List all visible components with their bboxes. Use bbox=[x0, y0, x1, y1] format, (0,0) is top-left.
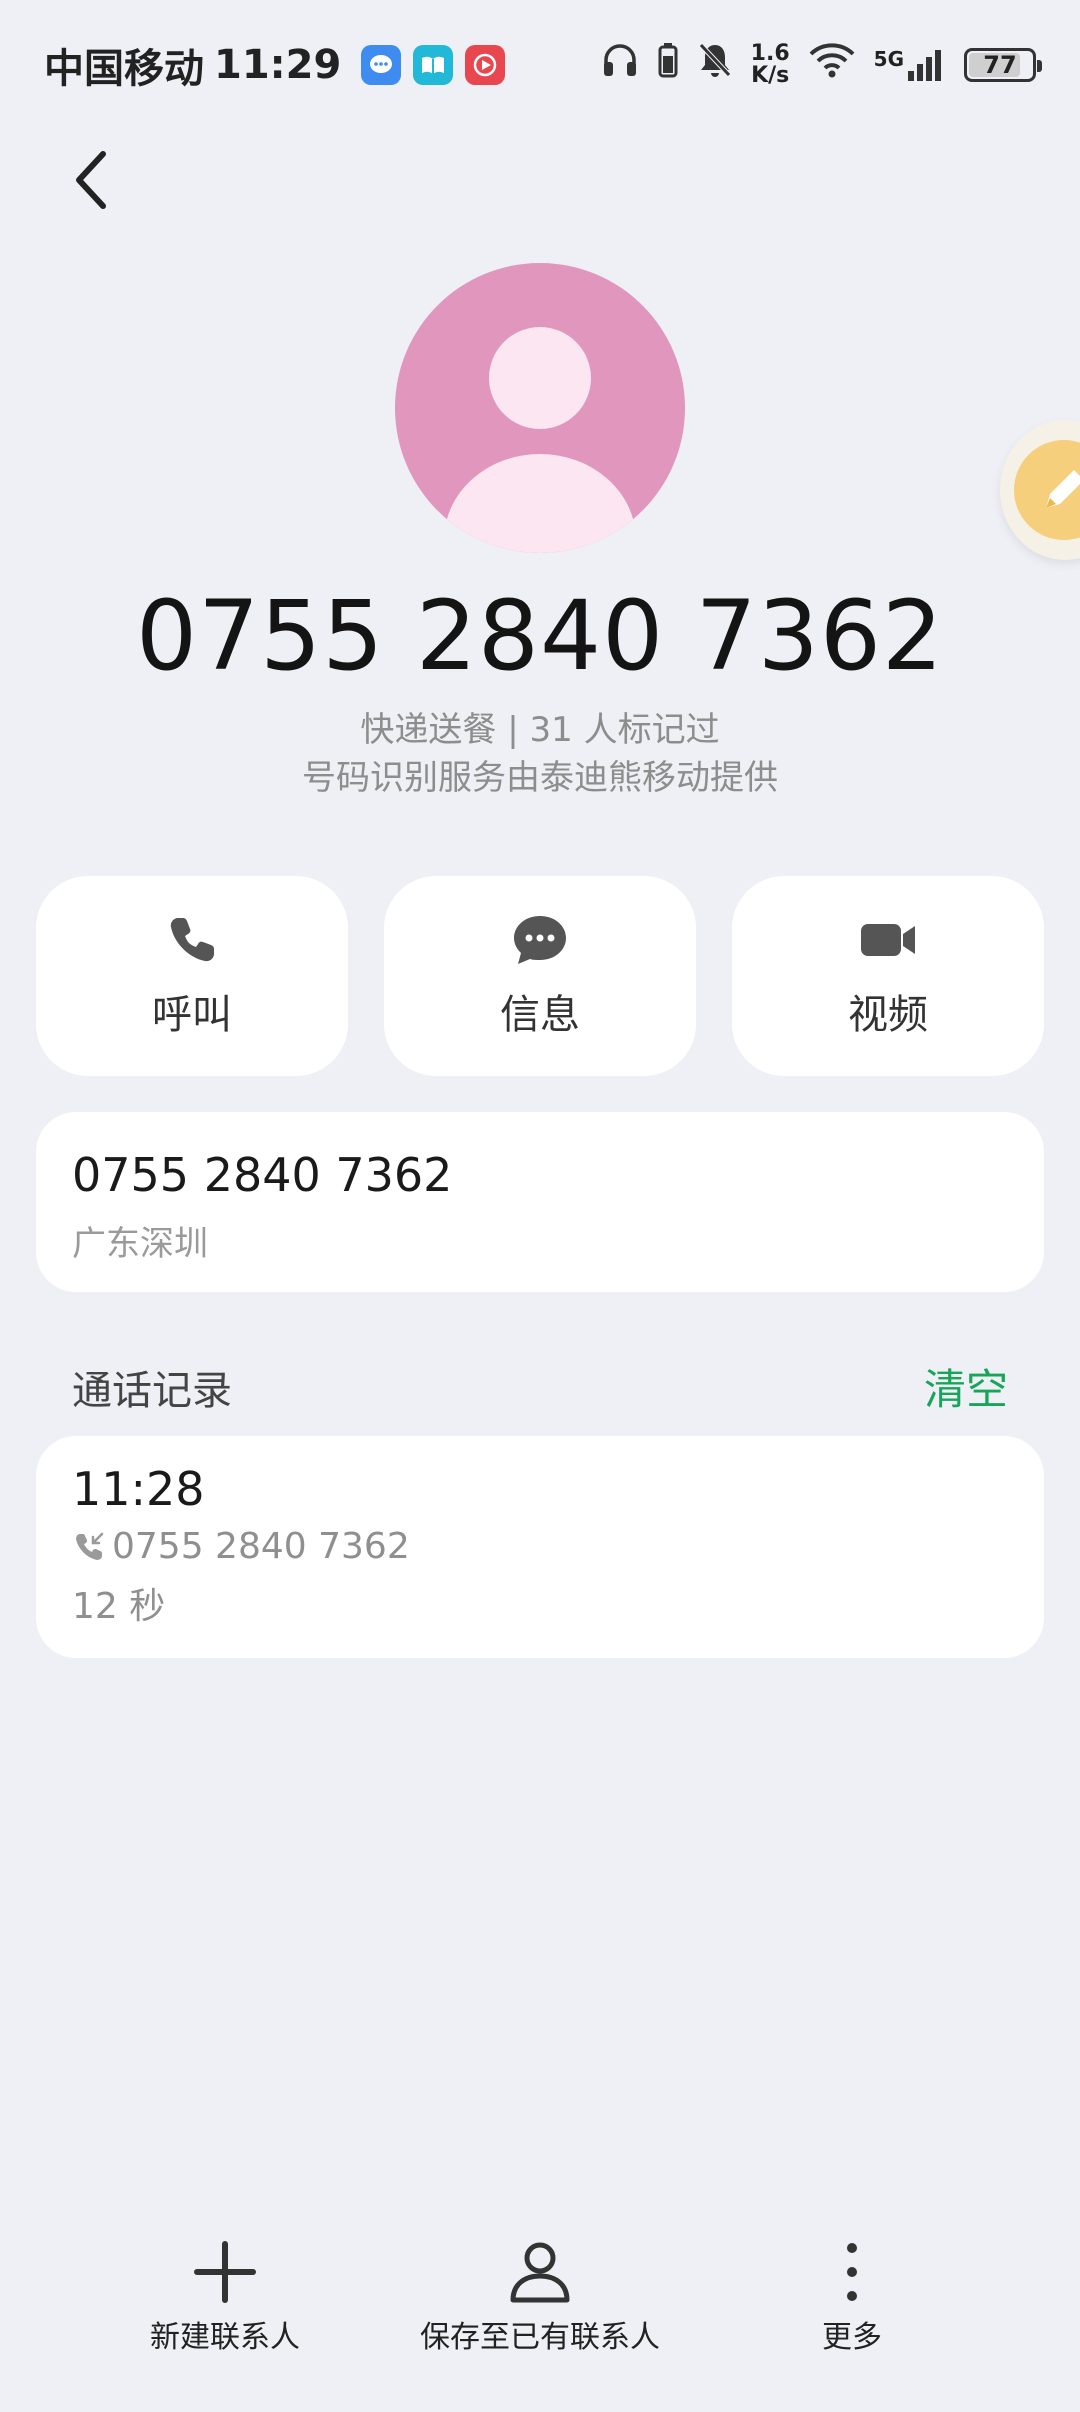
status-left: 中国移动 11:29 bbox=[44, 36, 506, 94]
status-bar: 中国移动 11:29 1.6 K/s 5G 77 bbox=[0, 0, 1080, 130]
number-tag-line: 快递送餐 | 31 人标记过 bbox=[360, 710, 720, 750]
number-card[interactable]: 0755 2840 7362 广东深圳 bbox=[36, 1112, 1044, 1292]
bottom-action-bar: 新建联系人 保存至已有联系人 更多 bbox=[0, 2240, 1080, 2380]
message-button[interactable]: 信息 bbox=[384, 876, 696, 1076]
call-number-row: 0755 2840 7362 bbox=[72, 1526, 1008, 1567]
person-placeholder-icon bbox=[444, 327, 636, 553]
phone-number-title: 0755 2840 7362 bbox=[136, 580, 944, 692]
chevron-left-icon bbox=[76, 151, 106, 209]
phone-icon bbox=[170, 918, 214, 962]
signal-icon: 5G bbox=[874, 47, 946, 83]
notification-apps bbox=[361, 45, 506, 85]
more-label: 更多 bbox=[822, 2320, 882, 2355]
person-icon bbox=[510, 2242, 570, 2303]
battery-level: 77 bbox=[983, 51, 1017, 79]
net-speed: 1.6 K/s bbox=[751, 43, 790, 87]
message-label: 信息 bbox=[500, 992, 580, 1038]
save-to-existing-contact-label: 保存至已有联系人 bbox=[420, 2320, 660, 2355]
battery-small-icon bbox=[657, 42, 679, 88]
carrier-label: 中国移动 bbox=[44, 46, 204, 92]
net-speed-value: 1.6 bbox=[750, 41, 790, 66]
plus-icon bbox=[194, 2241, 256, 2303]
number-card-location: 广东深圳 bbox=[72, 1224, 208, 1264]
reader-app-icon bbox=[413, 45, 454, 85]
more-button[interactable]: 更多 bbox=[820, 2240, 884, 2356]
clear-call-log-button[interactable]: 清空 bbox=[924, 1356, 1008, 1417]
bell-off-icon bbox=[697, 41, 733, 89]
call-log-entry[interactable]: 11:28 0755 2840 7362 12 秒 bbox=[36, 1436, 1044, 1658]
status-right: 1.6 K/s 5G 77 bbox=[601, 41, 1042, 89]
net-speed-unit: K/s bbox=[751, 63, 790, 88]
clock: 11:29 bbox=[214, 42, 342, 88]
call-button[interactable]: 呼叫 bbox=[36, 876, 348, 1076]
call-time: 11:28 bbox=[72, 1462, 205, 1516]
action-buttons: 呼叫 信息 视频 bbox=[36, 876, 1044, 1076]
edit-floating-button[interactable] bbox=[1000, 420, 1080, 560]
video-label: 视频 bbox=[848, 992, 928, 1038]
battery-indicator: 77 bbox=[964, 48, 1042, 82]
call-log-title: 通话记录 bbox=[72, 1367, 232, 1414]
call-label: 呼叫 bbox=[152, 992, 232, 1038]
video-call-button[interactable]: 视频 bbox=[732, 876, 1044, 1076]
contact-detail-screen: 中国移动 11:29 1.6 K/s 5G 77 0755 2840 7362 … bbox=[0, 0, 1080, 2412]
incoming-call-icon bbox=[76, 1532, 104, 1560]
message-icon bbox=[514, 916, 566, 964]
call-number: 0755 2840 7362 bbox=[112, 1526, 410, 1567]
new-contact-label: 新建联系人 bbox=[150, 2320, 300, 2355]
video-icon bbox=[861, 924, 915, 956]
new-contact-button[interactable]: 新建联系人 bbox=[150, 2240, 300, 2356]
call-duration: 12 秒 bbox=[72, 1586, 166, 1627]
video-app-icon bbox=[465, 45, 506, 85]
more-vertical-icon bbox=[847, 2243, 857, 2301]
back-button[interactable] bbox=[56, 140, 126, 220]
call-log-header: 通话记录 清空 bbox=[72, 1356, 1008, 1417]
identification-service-line: 号码识别服务由泰迪熊移动提供 bbox=[302, 758, 778, 798]
number-card-number: 0755 2840 7362 bbox=[72, 1148, 453, 1202]
wifi-icon bbox=[808, 42, 856, 88]
message-app-icon bbox=[361, 45, 402, 85]
pencil-icon bbox=[1014, 440, 1080, 540]
save-to-existing-contact-button[interactable]: 保存至已有联系人 bbox=[420, 2240, 660, 2356]
network-type: 5G bbox=[873, 47, 904, 71]
avatar bbox=[395, 263, 685, 553]
headphones-icon bbox=[601, 42, 639, 88]
